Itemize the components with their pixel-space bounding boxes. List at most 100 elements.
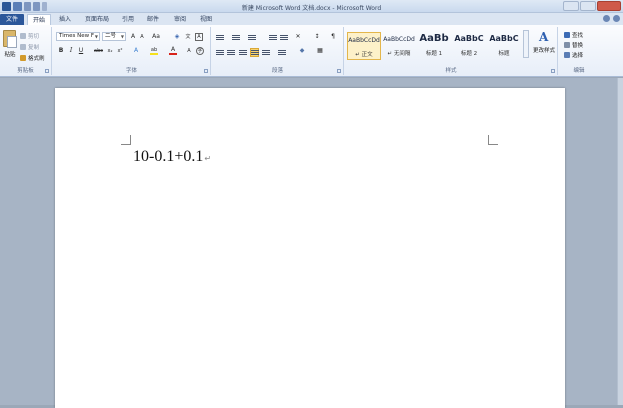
- font-size-select[interactable]: 二号 ▼: [102, 32, 126, 41]
- multilevel-list-icon[interactable]: [248, 34, 256, 41]
- tab-insert[interactable]: 插入: [55, 14, 75, 25]
- clear-formatting-icon[interactable]: ◈: [173, 33, 181, 41]
- character-shading-icon[interactable]: A: [185, 47, 193, 55]
- bold-icon[interactable]: B: [57, 47, 65, 55]
- maximize-button[interactable]: [580, 1, 596, 11]
- bullets-icon[interactable]: [216, 34, 224, 41]
- scissors-icon: [20, 33, 26, 39]
- styles-group-label: 样式: [445, 68, 457, 74]
- help-icon[interactable]: [613, 15, 620, 22]
- minimize-button[interactable]: [563, 1, 579, 11]
- copy-label: 复制: [28, 45, 40, 51]
- tab-home[interactable]: 开始: [27, 14, 51, 25]
- format-painter-icon: [20, 55, 26, 61]
- paste-icon[interactable]: [3, 30, 17, 48]
- shrink-font-icon[interactable]: A: [138, 33, 146, 41]
- document-page[interactable]: 10-0.1+0.1↵: [55, 88, 565, 408]
- style-no-spacing[interactable]: AaBbCcDd ↵ 无间隔: [382, 32, 416, 60]
- style-sample: AaBbC: [489, 34, 519, 43]
- chinese-layout-icon[interactable]: ✕: [294, 33, 302, 41]
- style-name: 标题 1: [425, 51, 443, 57]
- italic-icon[interactable]: I: [67, 47, 75, 55]
- tab-review[interactable]: 审阅: [170, 14, 190, 25]
- font-name-select[interactable]: Times New F ▼: [56, 32, 100, 41]
- paragraph-mark: ↵: [204, 154, 212, 163]
- cut-label: 剪切: [28, 34, 40, 40]
- change-styles-icon[interactable]: A: [539, 31, 551, 43]
- grow-font-icon[interactable]: A: [129, 33, 137, 41]
- character-border-icon[interactable]: A: [195, 33, 203, 41]
- subscript-icon[interactable]: x₂: [106, 47, 114, 55]
- style-title[interactable]: AaBbC 标题: [487, 32, 521, 60]
- show-hide-marks-icon[interactable]: ¶: [329, 33, 337, 41]
- find-button[interactable]: 查找: [564, 31, 583, 39]
- style-sample: AaBbCcDd: [383, 36, 415, 43]
- vertical-scrollbar[interactable]: [617, 78, 623, 405]
- format-painter-label: 格式刷: [28, 56, 45, 62]
- line-spacing-icon[interactable]: [278, 49, 286, 56]
- style-heading-2[interactable]: AaBbC 标题 2: [452, 32, 486, 60]
- cut-button[interactable]: 剪切: [20, 32, 39, 40]
- window-title: 新建 Microsoft Word 文档.docx - Microsoft Wo…: [241, 5, 382, 12]
- decrease-indent-icon[interactable]: [269, 34, 277, 41]
- margin-corner-top-left: [121, 135, 131, 145]
- change-styles-label[interactable]: 更改样式: [531, 46, 557, 54]
- select-label: 选择: [572, 53, 584, 59]
- ribbon-tabs: 文件 开始 插入 页面布局 引用 邮件 审阅 视图: [0, 13, 623, 25]
- find-icon: [564, 32, 570, 38]
- increase-indent-icon[interactable]: [280, 34, 288, 41]
- style-name: 标题: [498, 51, 510, 57]
- close-button[interactable]: [597, 1, 621, 11]
- highlight-swatch: [150, 53, 158, 55]
- justify-icon[interactable]: [250, 48, 259, 57]
- style-sample: AaBb: [419, 33, 449, 44]
- style-sample: AaBbC: [454, 34, 484, 43]
- highlight-color-icon[interactable]: ab: [150, 47, 158, 55]
- copy-button[interactable]: 复制: [20, 43, 39, 51]
- align-center-icon[interactable]: [227, 49, 235, 56]
- align-left-icon[interactable]: [216, 49, 224, 56]
- distributed-icon[interactable]: [262, 49, 270, 56]
- style-heading-1[interactable]: AaBb 标题 1: [417, 32, 451, 60]
- minimize-ribbon-icon[interactable]: [603, 15, 610, 22]
- style-name: ↵ 无间隔: [387, 51, 411, 57]
- phonetic-guide-icon[interactable]: 文: [184, 33, 192, 41]
- sort-icon[interactable]: ↕: [313, 33, 321, 41]
- numbering-icon[interactable]: [232, 34, 240, 41]
- paste-button-label[interactable]: 粘贴: [1, 50, 19, 58]
- strikethrough-icon[interactable]: abc: [94, 47, 103, 55]
- font-color-icon[interactable]: A: [169, 46, 177, 55]
- clipboard-launcher-icon[interactable]: [45, 69, 49, 73]
- margin-corner-top-right: [488, 135, 498, 145]
- superscript-icon[interactable]: x²: [116, 47, 124, 55]
- clipboard-group-label: 剪贴板: [17, 68, 34, 74]
- select-button[interactable]: 选择: [564, 51, 583, 59]
- replace-button[interactable]: 替换: [564, 41, 583, 49]
- document-body-text[interactable]: 10-0.1+0.1↵: [133, 148, 211, 166]
- replace-icon: [564, 42, 570, 48]
- text-effects-icon[interactable]: A: [132, 47, 140, 55]
- styles-gallery-scroll[interactable]: [523, 30, 529, 58]
- tab-view[interactable]: 视图: [196, 14, 216, 25]
- replace-label: 替换: [572, 43, 584, 49]
- tab-references[interactable]: 引用: [118, 14, 138, 25]
- tab-file[interactable]: 文件: [0, 14, 24, 25]
- chevron-down-icon: ▼: [94, 34, 98, 39]
- paragraph-launcher-icon[interactable]: [337, 69, 341, 73]
- underline-icon[interactable]: U: [77, 47, 85, 55]
- format-painter-button[interactable]: 格式刷: [20, 54, 45, 62]
- ribbon: 粘贴 剪切 复制 格式刷 剪贴板 Times New F ▼ 二号 ▼ A A …: [0, 25, 623, 77]
- font-color-swatch: [169, 53, 177, 55]
- style-sample: AaBbCcDd: [348, 37, 380, 44]
- font-launcher-icon[interactable]: [204, 69, 208, 73]
- change-case-icon[interactable]: Aa: [152, 33, 160, 41]
- enclose-characters-icon[interactable]: 字: [196, 47, 204, 55]
- tab-page-layout[interactable]: 页面布局: [80, 14, 114, 25]
- tab-mailings[interactable]: 邮件: [143, 14, 163, 25]
- window-controls: [563, 1, 621, 11]
- align-right-icon[interactable]: [239, 49, 247, 56]
- borders-icon[interactable]: ▦: [316, 47, 324, 55]
- styles-launcher-icon[interactable]: [551, 69, 555, 73]
- style-normal[interactable]: AaBbCcDd ↵ 正文: [347, 32, 381, 60]
- shading-icon[interactable]: ◆: [298, 47, 306, 55]
